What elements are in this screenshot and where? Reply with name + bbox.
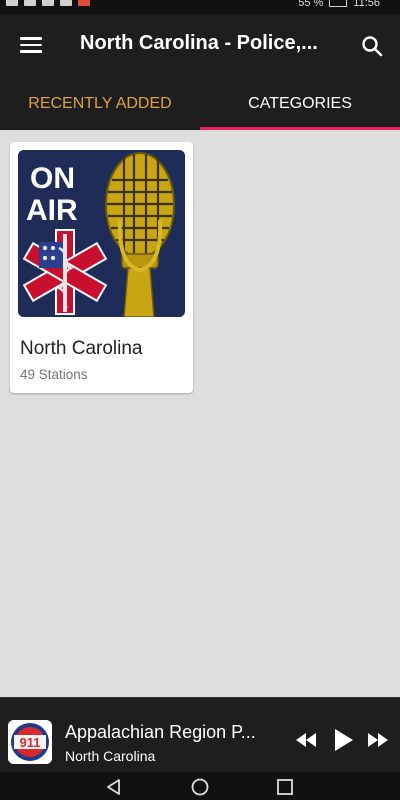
app-screen: 55 % 11:56 North Carolina - Police,... R… bbox=[0, 0, 400, 800]
notification-icon bbox=[6, 0, 18, 6]
tab-indicator bbox=[200, 127, 400, 130]
air-text: AIR bbox=[26, 194, 78, 227]
page-title: North Carolina - Police,... bbox=[80, 32, 318, 54]
status-right: 55 % 11:56 bbox=[298, 0, 380, 9]
911-text: 911 bbox=[20, 735, 41, 750]
tab-bar: RECENTLY ADDED CATEGORIES bbox=[0, 80, 400, 130]
recents-icon[interactable] bbox=[276, 778, 294, 800]
category-title: North Carolina bbox=[20, 338, 143, 359]
battery-icon bbox=[329, 0, 348, 7]
battery-percent: 55 % bbox=[298, 0, 324, 9]
rewind-icon[interactable] bbox=[294, 732, 318, 753]
home-icon[interactable] bbox=[191, 778, 209, 800]
station-artwork: 911 bbox=[8, 720, 52, 764]
system-nav-bar bbox=[0, 772, 400, 800]
search-icon[interactable] bbox=[360, 34, 384, 58]
on-text: ON bbox=[30, 162, 75, 195]
category-card[interactable]: ON AIR North Carolina 49 Stations bbox=[10, 142, 193, 393]
status-bar: 55 % 11:56 bbox=[0, 0, 400, 14]
clock: 11:56 bbox=[353, 0, 380, 9]
hamburger-menu-icon[interactable] bbox=[20, 36, 42, 54]
play-icon[interactable] bbox=[333, 728, 355, 757]
app-icon bbox=[60, 0, 72, 6]
tab-categories[interactable]: CATEGORIES bbox=[200, 80, 400, 130]
signal-icon bbox=[24, 0, 36, 6]
tab-recently-added[interactable]: RECENTLY ADDED bbox=[0, 80, 200, 130]
app-bar: North Carolina - Police,... bbox=[0, 14, 400, 80]
fast-forward-icon[interactable] bbox=[366, 732, 390, 753]
player-station-category: North Carolina bbox=[65, 748, 156, 764]
back-icon[interactable] bbox=[105, 778, 123, 800]
app-notification-icon bbox=[78, 0, 90, 6]
category-image: ON AIR bbox=[18, 150, 185, 317]
wifi-icon bbox=[42, 0, 54, 6]
category-station-count: 49 Stations bbox=[20, 367, 88, 382]
player-station-title: Appalachian Region P... bbox=[65, 722, 256, 742]
mini-player[interactable]: 911 Appalachian Region P... North Caroli… bbox=[0, 697, 400, 773]
status-left-icons bbox=[6, 0, 90, 6]
